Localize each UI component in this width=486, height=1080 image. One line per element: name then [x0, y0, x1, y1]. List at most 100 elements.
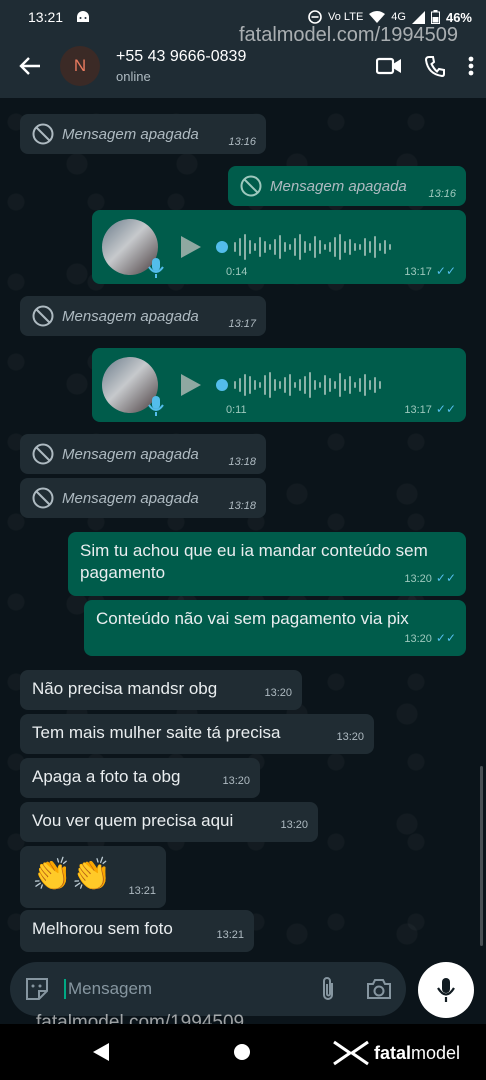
playback-position[interactable]	[216, 241, 228, 253]
camera-icon[interactable]	[366, 978, 392, 1000]
message-incoming[interactable]: Tem mais mulher saite tá precisa 13:20	[20, 714, 374, 754]
playback-position[interactable]	[216, 379, 228, 391]
contact-info[interactable]: +55 43 9666-0839 online	[116, 48, 376, 84]
message-input[interactable]: Mensagem	[64, 979, 320, 999]
avatar-initial: N	[73, 56, 87, 75]
message-deleted[interactable]: Mensagem apagada 13:18	[20, 434, 266, 474]
message-time: 13:20	[222, 775, 250, 787]
message-text: Não precisa mandsr obg	[32, 679, 218, 698]
message-incoming[interactable]: 👏👏 13:21	[20, 846, 166, 908]
arrow-left-icon	[19, 57, 40, 75]
message-text: Mensagem apagada	[62, 125, 199, 143]
voice-duration: 0:14	[226, 266, 248, 278]
mic-icon	[148, 258, 164, 278]
message-time: 13:20	[404, 633, 432, 645]
message-deleted[interactable]: Mensagem apagada 13:17	[20, 296, 266, 336]
voice-call-icon[interactable]	[424, 55, 446, 77]
message-time: 13:17	[228, 318, 256, 330]
brand-logo: fatalmodel	[332, 1040, 460, 1066]
message-composer[interactable]: Mensagem	[10, 962, 406, 1016]
deleted-icon	[32, 487, 54, 509]
message-time: 13:20	[404, 573, 432, 585]
message-deleted[interactable]: Mensagem apagada 13:16	[20, 114, 266, 154]
voice-message[interactable]: 0:14 13:17 ✓✓	[92, 210, 466, 284]
message-deleted[interactable]: Mensagem apagada 13:16	[228, 166, 466, 206]
video-call-icon[interactable]	[376, 56, 402, 76]
message-text: Conteúdo não vai sem pagamento via pix	[96, 609, 409, 628]
wifi-icon	[369, 11, 386, 23]
message-deleted[interactable]: Mensagem apagada 13:18	[20, 478, 266, 518]
mic-icon	[148, 396, 164, 416]
back-button[interactable]	[12, 48, 48, 84]
voice-message[interactable]: 0:11 13:17 ✓✓	[92, 348, 466, 422]
message-time: 13:17	[404, 266, 432, 278]
message-time: 13:21	[128, 885, 156, 897]
sticker-icon[interactable]	[24, 976, 50, 1002]
contact-avatar[interactable]: N	[60, 46, 100, 86]
waveform[interactable]	[234, 234, 391, 260]
contact-status: online	[116, 69, 151, 84]
message-text: Tem mais mulher saite tá precisa	[32, 723, 281, 742]
sender-photo	[102, 219, 164, 278]
waveform[interactable]	[234, 372, 381, 398]
message-incoming[interactable]: Melhorou sem foto 13:21	[20, 910, 254, 952]
chat-area[interactable]: Mensagem apagada 13:16 Mensagem apagada …	[0, 98, 486, 960]
message-incoming[interactable]: Apaga a foto ta obg 13:20	[20, 758, 260, 798]
message-time: 13:20	[280, 819, 308, 831]
message-time: 13:20	[336, 731, 364, 743]
message-text: Mensagem apagada	[62, 489, 199, 507]
nav-home-button[interactable]	[234, 1044, 250, 1060]
voice-duration: 0:11	[226, 404, 247, 416]
message-text: Melhorou sem foto	[32, 919, 173, 938]
nav-back-icon[interactable]	[92, 1042, 110, 1062]
message-incoming[interactable]: Não precisa mandsr obg 13:20	[20, 670, 302, 710]
battery-icon	[430, 10, 440, 24]
message-meta: 13:20 ✓✓	[404, 567, 456, 590]
message-text: Sim tu achou que eu ia mandar conteúdo s…	[80, 541, 428, 582]
play-icon[interactable]	[180, 373, 202, 397]
message-time: 13:21	[216, 929, 244, 941]
fatalmodel-logo-icon	[333, 1040, 369, 1066]
message-outgoing[interactable]: Conteúdo não vai sem pagamento via pix 1…	[84, 600, 466, 656]
message-time: 13:16	[428, 188, 456, 200]
sender-photo	[102, 357, 164, 416]
voice-record-button[interactable]	[418, 962, 474, 1018]
signal-icon	[411, 10, 425, 24]
message-text: Vou ver quem precisa aqui	[32, 811, 234, 830]
contact-name: +55 43 9666-0839	[116, 48, 247, 65]
chat-header: N +55 43 9666-0839 online	[0, 34, 486, 98]
battery-percent: 46%	[445, 9, 472, 25]
brand-right: model	[411, 1042, 461, 1063]
deleted-icon	[32, 123, 54, 145]
read-ticks-icon: ✓✓	[435, 264, 456, 278]
message-text: Mensagem apagada	[62, 445, 199, 463]
message-time: 13:17	[404, 404, 432, 416]
message-text: Mensagem apagada	[270, 177, 407, 195]
message-time: 13:18	[228, 456, 256, 468]
microphone-icon	[437, 978, 455, 1002]
brand-left: fatal	[374, 1042, 412, 1063]
message-meta: 13:20 ✓✓	[404, 627, 456, 650]
android-icon	[77, 11, 90, 22]
message-meta: 13:17 ✓✓	[404, 264, 456, 278]
system-nav-bar: fatalmodel	[0, 1024, 486, 1080]
status-bar: 13:21 Vo LTE 4G 46%	[0, 0, 486, 34]
status-time: 13:21	[28, 9, 64, 25]
attach-icon[interactable]	[320, 976, 336, 1002]
read-ticks-icon: ✓✓	[435, 571, 456, 585]
message-time: 13:16	[228, 136, 256, 148]
message-time: 13:18	[228, 500, 256, 512]
read-ticks-icon: ✓✓	[435, 402, 456, 416]
message-meta: 13:17 ✓✓	[404, 402, 456, 416]
message-text: Mensagem apagada	[62, 307, 199, 325]
message-text: Apaga a foto ta obg	[32, 767, 181, 786]
read-ticks-icon: ✓✓	[435, 631, 456, 645]
message-outgoing[interactable]: Sim tu achou que eu ia mandar conteúdo s…	[68, 532, 466, 596]
network-label: Vo LTE	[328, 11, 364, 23]
message-incoming[interactable]: Vou ver quem precisa aqui 13:20	[20, 802, 318, 842]
message-time: 13:20	[264, 687, 292, 699]
play-icon[interactable]	[180, 235, 202, 259]
deleted-icon	[32, 305, 54, 327]
more-options-icon[interactable]	[468, 56, 474, 76]
scrollbar[interactable]	[480, 766, 483, 946]
